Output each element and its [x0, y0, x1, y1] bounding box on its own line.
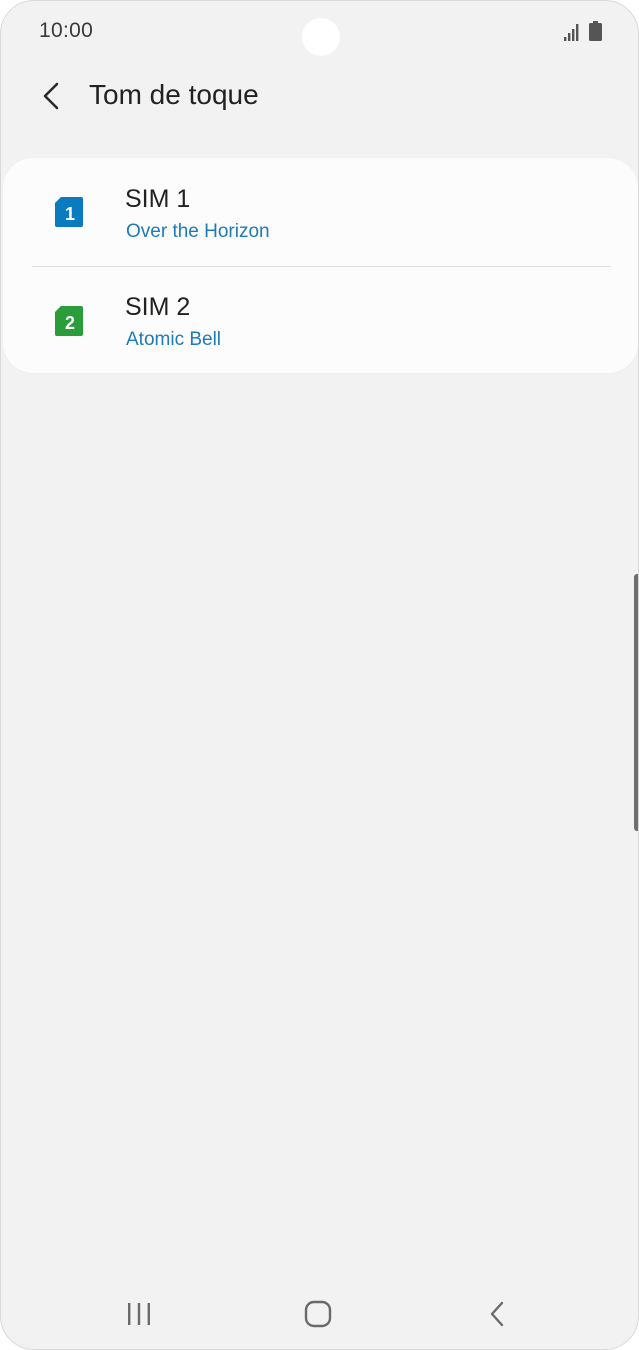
nav-back-button[interactable]	[467, 1291, 527, 1337]
page-title: Tom de toque	[89, 79, 259, 110]
sim-1-badge: 1	[65, 204, 75, 224]
phone-screen: 10:00 Tom de toque 1 SIM 1 Over the Hori…	[0, 0, 639, 1350]
sim-list-card: 1 SIM 1 Over the Horizon 2 SIM 2 Atomic …	[3, 158, 638, 373]
home-icon	[304, 1300, 332, 1328]
back-button[interactable]	[31, 75, 71, 117]
recent-apps-icon	[128, 1303, 150, 1325]
battery-icon	[589, 21, 602, 41]
sim-1-title: SIM 1	[125, 185, 191, 213]
sim-2-ringtone: Atomic Bell	[126, 329, 222, 350]
back-arrow-icon	[43, 82, 59, 110]
sim-card-icon: 2	[55, 306, 83, 336]
home-button[interactable]	[288, 1291, 348, 1337]
sim-card-icon: 1	[55, 197, 83, 227]
sim-2-title: SIM 2	[125, 293, 191, 321]
status-time: 10:00	[39, 19, 94, 42]
back-icon	[490, 1301, 504, 1327]
sim-2-item[interactable]: 2 SIM 2 Atomic Bell	[3, 267, 638, 373]
sim-1-ringtone: Over the Horizon	[126, 221, 270, 242]
sim-2-badge: 2	[65, 313, 75, 333]
signal-icon	[564, 24, 579, 41]
front-camera	[302, 18, 340, 56]
status-icons	[564, 21, 602, 41]
sim-1-item[interactable]: 1 SIM 1 Over the Horizon	[3, 158, 638, 264]
scrollbar[interactable]	[634, 574, 638, 831]
recent-apps-button[interactable]	[109, 1291, 169, 1337]
